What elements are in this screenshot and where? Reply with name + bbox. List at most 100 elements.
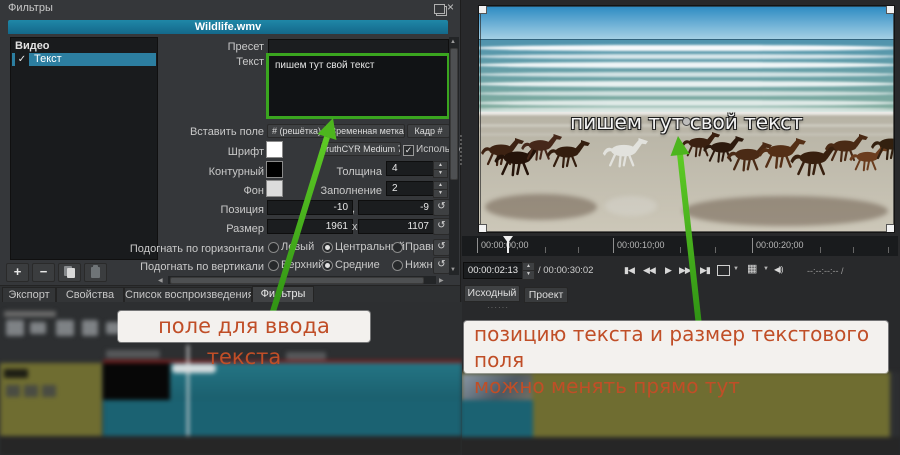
preset-input[interactable] [268, 39, 449, 54]
add-filter-button[interactable]: + [6, 263, 29, 282]
position-reset-icon[interactable]: ↺ [433, 199, 450, 216]
filters-panel: Фильтры × Wildlife.wmv Видео ✓ Текст Пре… [0, 0, 461, 302]
ruler-tick [477, 238, 478, 253]
video-preview[interactable]: пишем тут свой текст [478, 5, 895, 233]
valign-reset-icon[interactable]: ↺ [433, 257, 450, 274]
position-y-field[interactable]: -9 [358, 200, 434, 215]
font-color-swatch[interactable] [266, 141, 283, 158]
preset-label: Пресет [164, 41, 264, 53]
position-x-field[interactable]: -10 [267, 200, 353, 215]
bottom-tab-bar: Экспорт Свойства Список воспроизведения … [0, 285, 460, 303]
thickness-spin-down-icon[interactable]: ▼ [433, 169, 448, 178]
insert-timestamp-button[interactable]: Временная метка [329, 124, 405, 138]
annotation-line-1: позицию текста и размер текстового поля [474, 321, 888, 373]
hscroll-left-icon[interactable]: ◀ [158, 277, 163, 285]
filter-list-item-text[interactable]: ✓ Текст [12, 53, 156, 66]
splitter-handle[interactable] [460, 135, 465, 165]
seek-ruler[interactable]: 00:00:00;00 00:00:10;00 00:00:20;00 [462, 236, 898, 256]
padding-label: Заполнение [300, 185, 382, 197]
close-panel-icon[interactable]: × [447, 0, 454, 14]
font-label: Шрифт [164, 146, 264, 158]
filters-list[interactable]: Видео ✓ Текст [10, 37, 158, 260]
insert-field-label: Вставить поле [164, 126, 264, 138]
zoom-dropdown-icon[interactable]: ▼ [733, 266, 739, 272]
v-scrollbar[interactable]: ▲ ▼ [449, 37, 459, 275]
h-scrollbar[interactable] [168, 276, 436, 284]
current-time-field[interactable]: 00:00:02:13 [463, 262, 523, 279]
ruler-tick [613, 238, 614, 253]
resize-handle-bottom-right[interactable] [886, 224, 895, 233]
position-label: Позиция [164, 204, 264, 216]
halign-left-radio[interactable] [268, 242, 279, 253]
duration-label: / 00:00:30:02 [538, 265, 593, 276]
text-input-value: пишем тут свой текст [275, 60, 375, 71]
resize-handle-top-left[interactable] [478, 5, 487, 14]
insert-hash-button[interactable]: # (решётка) [267, 124, 326, 138]
tab-source[interactable]: Исходный [464, 285, 520, 302]
tab-export[interactable]: Экспорт [2, 287, 56, 303]
copy-filter-button[interactable] [58, 263, 81, 282]
volume-icon[interactable]: ◀)) [774, 264, 782, 276]
v-scrollbar-thumb[interactable] [450, 48, 458, 180]
tab-playlist[interactable]: Список воспроизведения [124, 287, 252, 303]
play-button[interactable]: ▶ [665, 264, 671, 276]
use-font-size-checkbox[interactable]: ✓ [403, 145, 414, 156]
hscroll-right-icon[interactable]: ▶ [439, 277, 444, 285]
size-label: Размер [164, 223, 264, 235]
position-separator: , [352, 203, 355, 215]
valign-middle-label: Средние [335, 259, 380, 271]
padding-spin-down-icon[interactable]: ▼ [433, 189, 448, 198]
size-w-field[interactable]: 1961 [267, 219, 353, 234]
grid-icon[interactable]: ▦ [747, 263, 757, 275]
grid-dropdown-icon[interactable]: ▼ [763, 266, 769, 272]
halign-center-radio[interactable] [322, 242, 333, 253]
vscroll-up-icon[interactable]: ▲ [450, 38, 456, 46]
skip-to-start-button[interactable]: ▮◀ [624, 264, 634, 276]
valign-bottom-radio[interactable] [392, 260, 403, 271]
halign-reset-icon[interactable]: ↺ [433, 239, 450, 256]
size-reset-icon[interactable]: ↺ [433, 218, 450, 235]
vscroll-down-icon[interactable]: ▼ [450, 266, 456, 274]
annotation-text-input: поле для ввода текста [118, 311, 370, 342]
halign-right-radio[interactable] [392, 242, 403, 253]
float-panel-icon[interactable] [434, 4, 445, 14]
outline-color-swatch[interactable] [266, 161, 283, 178]
filter-enabled-check-icon[interactable]: ✓ [15, 53, 29, 66]
filters-list-header: Видео [15, 40, 50, 52]
halign-left-label: Левый [281, 241, 314, 253]
font-button[interactable]: TruthCYR Medium 72 [320, 142, 401, 156]
filter-item-label: Текст [34, 53, 62, 66]
resize-handle-bottom-left[interactable] [478, 224, 487, 233]
halign-label: Подогнать по горизонтали [120, 243, 264, 255]
player-panel: пишем тут свой текст 00:00:00;00 00:00:1… [460, 0, 900, 310]
filters-panel-title: Фильтры [8, 2, 53, 14]
size-separator: x [352, 221, 358, 233]
annotation-line-2: можно менять прямо тут [474, 373, 888, 399]
valign-middle-radio[interactable] [322, 260, 333, 271]
tab-project[interactable]: Проект [524, 287, 568, 303]
h-scrollbar-thumb[interactable] [170, 277, 424, 284]
text-label: Текст [164, 56, 264, 68]
move-handle-center[interactable] [682, 117, 691, 126]
resize-handle-top-right[interactable] [886, 5, 895, 14]
remove-filter-button[interactable]: − [32, 263, 55, 282]
fast-forward-button[interactable]: ▶▶ [679, 264, 691, 276]
rewind-button[interactable]: ◀◀ [643, 264, 655, 276]
valign-top-radio[interactable] [268, 260, 279, 271]
insert-frame-button[interactable]: Кадр # [407, 124, 450, 138]
copy-icon [67, 268, 75, 278]
paste-filter-button[interactable] [84, 263, 107, 282]
time-spin-down-icon[interactable]: ▼ [522, 270, 535, 280]
thickness-label: Толщина [300, 166, 382, 178]
tab-properties[interactable]: Свойства [56, 287, 124, 303]
zoom-fit-icon[interactable] [717, 265, 730, 276]
outline-label: Контурный [164, 166, 264, 178]
valign-top-label: Верхний [281, 259, 324, 271]
playhead-stem[interactable] [507, 238, 509, 253]
in-out-duration-label: --:--:--:-- / [807, 266, 843, 276]
background-color-swatch[interactable] [266, 180, 283, 197]
ruler-label-10: 00:00:10;00 [617, 240, 665, 250]
size-h-field[interactable]: 1107 [358, 219, 434, 234]
skip-to-end-button[interactable]: ▶▮ [700, 264, 710, 276]
text-input-area[interactable]: пишем тут свой текст [266, 53, 450, 119]
